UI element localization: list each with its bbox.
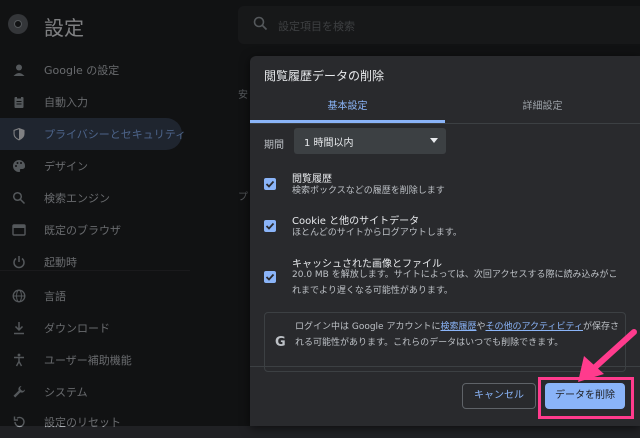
- cancel-button[interactable]: キャンセル: [462, 383, 536, 409]
- cache-checkbox[interactable]: [264, 271, 276, 283]
- check-icon: [265, 222, 275, 230]
- other-activity-link[interactable]: その他のアクティビティ: [486, 322, 583, 332]
- check-icon: [265, 180, 275, 188]
- tab-advanced[interactable]: 詳細設定: [445, 96, 640, 124]
- dialog-title: 閲覧履歴データの削除: [264, 69, 385, 83]
- pointer-arrow-icon: [578, 329, 637, 382]
- time-range-select[interactable]: 1 時間以内: [294, 128, 446, 154]
- notice-text-part: ログイン中は Google アカウントに: [295, 322, 441, 332]
- browsing-history-checkbox[interactable]: [264, 178, 276, 190]
- notice-text-part: や: [476, 322, 486, 332]
- caret-down-icon: [430, 138, 438, 143]
- search-history-link[interactable]: 検索履歴: [440, 322, 476, 332]
- time-range-label: 期間: [264, 140, 284, 151]
- check-icon: [265, 273, 275, 281]
- google-g-icon: G: [275, 335, 286, 350]
- option-description: ほとんどのサイトからログアウトします。: [292, 228, 462, 238]
- time-range-value: 1 時間以内: [304, 138, 354, 149]
- tab-divider: [250, 123, 640, 124]
- option-description: 検索ボックスなどの履歴を削除します: [292, 186, 445, 196]
- option-description: 20.0 MB を解放します。サイトによっては、次回アクセスする際に読み込みがこ…: [292, 270, 618, 296]
- cookies-checkbox[interactable]: [264, 220, 276, 232]
